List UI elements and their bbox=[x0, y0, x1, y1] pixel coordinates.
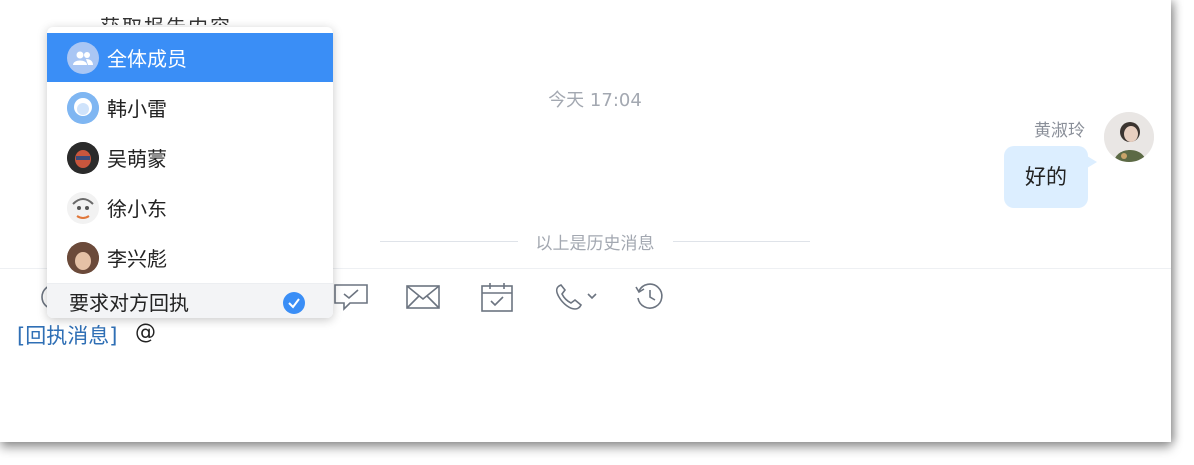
all-members-icon bbox=[67, 41, 99, 74]
mention-item-label: 李兴彪 bbox=[107, 247, 167, 271]
phone-icon[interactable] bbox=[552, 281, 600, 313]
sender-name: 黄淑玲 bbox=[1034, 121, 1085, 141]
mention-item-xu-xiaodong[interactable]: 徐小东 bbox=[47, 183, 333, 232]
message-editor[interactable]: [回执消息] @ bbox=[0, 320, 1171, 442]
require-receipt-label: 要求对方回执 bbox=[69, 290, 189, 315]
mention-item-wu-mengmeng[interactable]: 吴萌蒙 bbox=[47, 133, 333, 182]
avatar bbox=[67, 241, 99, 274]
mention-list[interactable]: 全体成员 韩小雷 吴萌蒙 徐小东 李兴彪 bbox=[47, 33, 333, 283]
avatar bbox=[67, 91, 99, 124]
avatar bbox=[67, 141, 99, 174]
mention-at-sign: @ bbox=[135, 320, 156, 344]
mention-item-label: 吴萌蒙 bbox=[107, 147, 167, 171]
user-avatar-icon bbox=[1104, 112, 1154, 162]
mention-item-all-members[interactable]: 全体成员 bbox=[47, 33, 333, 82]
receipt-message-icon[interactable] bbox=[333, 281, 369, 313]
history-divider-label: 以上是历史消息 bbox=[535, 233, 655, 254]
calendar-check-icon[interactable] bbox=[479, 281, 515, 313]
require-receipt-option[interactable]: 要求对方回执 bbox=[47, 283, 333, 318]
avatar[interactable] bbox=[1104, 112, 1154, 162]
check-icon[interactable] bbox=[283, 292, 305, 314]
receipt-tag: [回执消息] bbox=[17, 324, 118, 348]
mention-item-label: 全体成员 bbox=[107, 47, 187, 71]
message-bubble[interactable]: 好的 bbox=[1004, 146, 1097, 208]
avatar bbox=[67, 191, 99, 224]
divider-line bbox=[672, 240, 810, 242]
mention-item-han-xiaolei[interactable]: 韩小雷 bbox=[47, 83, 333, 132]
divider-line bbox=[380, 240, 518, 242]
mention-item-label: 徐小东 bbox=[107, 197, 167, 221]
partial-message-text: 获取报告内容 bbox=[100, 12, 232, 25]
history-divider: 以上是历史消息 bbox=[380, 226, 810, 256]
mention-dropdown: 全体成员 韩小雷 吴萌蒙 徐小东 李兴彪 要求对方回执 bbox=[47, 27, 333, 318]
mention-item-li-xingbiao[interactable]: 李兴彪 bbox=[47, 233, 333, 282]
mention-item-label: 韩小雷 bbox=[107, 97, 167, 121]
history-icon[interactable] bbox=[632, 281, 668, 313]
mail-icon[interactable] bbox=[405, 281, 441, 313]
